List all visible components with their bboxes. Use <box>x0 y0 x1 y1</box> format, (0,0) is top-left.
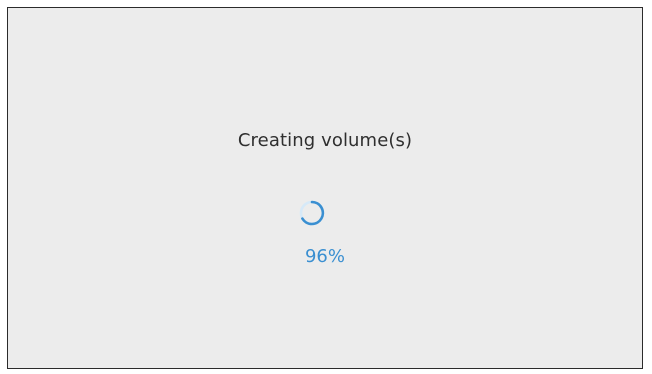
status-title: Creating volume(s) <box>237 130 413 151</box>
loading-spinner-icon <box>299 200 325 226</box>
progress-percent: 96% <box>304 246 345 267</box>
progress-screen: Creating volume(s) 96% <box>7 7 643 369</box>
